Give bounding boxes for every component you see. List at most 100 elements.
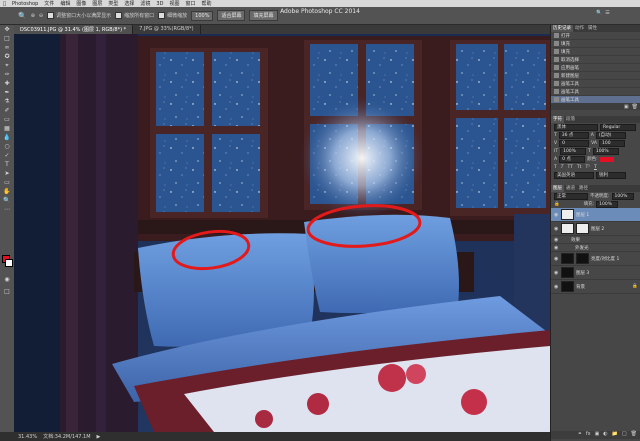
document-canvas[interactable] [14, 34, 550, 432]
apple-icon[interactable]:  [0, 1, 9, 7]
menu-window[interactable]: 窗口 [182, 0, 198, 7]
superscript-button[interactable]: T¹ [585, 165, 590, 170]
dodge-tool-icon[interactable]: ○ [2, 143, 12, 151]
visibility-eye-icon[interactable]: ◉ [554, 284, 559, 290]
resize-windows-checkbox[interactable]: 调整窗口大小以满屏显示 [47, 12, 111, 19]
gradient-tool-icon[interactable]: ▦ [2, 125, 12, 133]
tab-channels[interactable]: 通道 [564, 185, 577, 192]
menu-help[interactable]: 帮助 [198, 0, 214, 7]
status-arrow-icon[interactable]: ▶ [97, 434, 101, 440]
lock-icon[interactable]: 🔒 [554, 202, 560, 207]
path-select-icon[interactable]: ➤ [2, 170, 12, 178]
hand-tool-icon[interactable]: ✋ [2, 188, 12, 196]
tracking-field[interactable]: 0 [559, 139, 590, 147]
menu-select[interactable]: 选择 [121, 0, 137, 7]
search-icon[interactable]: 🔍 [596, 10, 602, 18]
kerning-field[interactable]: 100 [598, 139, 625, 147]
visibility-eye-icon[interactable]: ◉ [554, 270, 559, 276]
history-item[interactable]: 画笔工具 [551, 88, 640, 96]
quick-select-tool-icon[interactable]: ✪ [2, 53, 12, 61]
layer-row[interactable]: ◉ 背景 🔒 [551, 280, 640, 294]
menu-image[interactable]: 图像 [73, 0, 89, 7]
brush-tool-icon[interactable]: ✒ [2, 89, 12, 97]
menu-3d[interactable]: 3D [153, 1, 166, 7]
fx-icon[interactable]: fx [586, 431, 591, 439]
visibility-eye-icon[interactable]: ◉ [554, 245, 559, 251]
opacity-field[interactable]: 100% [611, 192, 634, 200]
background-color-swatch[interactable] [5, 259, 13, 267]
tab-properties[interactable]: 属性 [586, 25, 599, 32]
link-layers-icon[interactable]: ⚭ [578, 431, 582, 439]
visibility-eye-icon[interactable]: ◉ [554, 256, 559, 262]
layer-row[interactable]: ◉ 亮度/对比度 1 [551, 252, 640, 266]
menu-photoshop[interactable]: Photoshop [9, 1, 41, 7]
history-item[interactable]: 填充 [551, 40, 640, 48]
scrubby-zoom-checkbox[interactable]: 细微缩放 [158, 12, 187, 19]
visibility-eye-icon[interactable]: ◉ [554, 212, 559, 218]
zoom-in-icon[interactable]: ⊕ [31, 13, 35, 19]
history-item[interactable]: 取消选择 [551, 56, 640, 64]
blend-mode-select[interactable]: 正常 [554, 192, 588, 200]
history-item[interactable]: 画笔工具 [551, 80, 640, 88]
text-color-swatch[interactable] [599, 156, 614, 162]
healing-brush-icon[interactable]: ✚ [2, 80, 12, 88]
adjustment-layer-icon[interactable]: ◐ [603, 431, 607, 439]
add-mask-icon[interactable]: ▣ [595, 431, 600, 439]
horizontal-scale-field[interactable]: 100% [592, 147, 619, 155]
type-tool-icon[interactable]: T [2, 161, 12, 169]
history-item[interactable]: 填充 [551, 48, 640, 56]
zoom-tool-icon[interactable]: 🔍 [18, 12, 27, 20]
screen-mode-icon[interactable]: □ [2, 288, 12, 296]
antialias-select[interactable]: 锐利 [596, 171, 626, 179]
layer-row[interactable]: ◉ 图层 3 [551, 266, 640, 280]
font-size-field[interactable]: 36 点 [558, 131, 589, 139]
doc-tab-dsc03911[interactable]: DSC03911.JPG @ 31.4% (图层 1, RGB/8*) * [14, 25, 134, 34]
clone-stamp-icon[interactable]: ⚗ [2, 98, 12, 106]
eyedropper-tool-icon[interactable]: ✑ [2, 71, 12, 79]
delete-layer-icon[interactable]: 🗑 [631, 431, 637, 439]
new-group-icon[interactable]: 📁 [612, 431, 618, 439]
zoom-tool-side-icon[interactable]: 🔍 [2, 197, 12, 205]
faux-bold-button[interactable]: T [554, 165, 557, 170]
history-item-selected[interactable]: 画笔工具 [551, 96, 640, 104]
tab-character[interactable]: 字符 [551, 116, 564, 123]
tab-paths[interactable]: 路径 [577, 185, 590, 192]
layer-effect-row[interactable]: ◉ 外发光 [551, 244, 640, 252]
small-caps-button[interactable]: Tt [577, 165, 582, 170]
tab-actions[interactable]: 动作 [573, 25, 586, 32]
move-tool-icon[interactable]: ✥ [2, 26, 12, 34]
leading-field[interactable]: (自动) [595, 131, 626, 139]
blur-tool-icon[interactable]: 💧 [2, 134, 12, 142]
menu-file[interactable]: 文件 [41, 0, 57, 7]
layer-row[interactable]: ◉ 图层 2 [551, 222, 640, 236]
visibility-eye-icon[interactable]: ◉ [554, 237, 559, 243]
more-tools-icon[interactable]: ⋯ [2, 206, 12, 214]
all-caps-button[interactable]: TT [568, 165, 573, 170]
visibility-eye-icon[interactable]: ◉ [554, 226, 559, 232]
doc-tab-7jpg[interactable]: 7.JPG @ 33%(RGB/8*) [133, 25, 201, 34]
crop-tool-icon[interactable]: ⌖ [2, 62, 12, 70]
history-item[interactable]: 应用画笔 [551, 64, 640, 72]
new-snapshot-icon[interactable]: ▣ [624, 104, 629, 110]
tab-paragraph[interactable]: 段落 [564, 116, 577, 123]
pen-tool-icon[interactable]: ✓ [2, 152, 12, 160]
eraser-tool-icon[interactable]: ▭ [2, 116, 12, 124]
baseline-field[interactable]: 0 点 [559, 155, 586, 163]
zoom-level[interactable]: 31.43% [18, 434, 37, 440]
history-brush-icon[interactable]: ✐ [2, 107, 12, 115]
zoom-out-icon[interactable]: ⊖ [39, 13, 43, 19]
history-item[interactable]: 打开 [551, 32, 640, 40]
menu-filter[interactable]: 滤镜 [137, 0, 153, 7]
lasso-tool-icon[interactable]: ∞ [2, 44, 12, 52]
new-layer-icon[interactable]: □ [622, 431, 627, 439]
quick-mask-icon[interactable]: ◉ [2, 276, 12, 284]
fill-field[interactable]: 100% [596, 200, 619, 208]
zoom-all-checkbox[interactable]: 缩放所有窗口 [115, 12, 154, 19]
history-item[interactable]: 新建图层 [551, 72, 640, 80]
font-family-select[interactable]: 黑体 [554, 123, 598, 131]
workspace-menu-icon[interactable]: ☰ [605, 10, 609, 18]
vertical-scale-field[interactable]: 100% [560, 147, 587, 155]
menu-layer[interactable]: 图层 [89, 0, 105, 7]
underline-button[interactable]: T [594, 165, 597, 170]
menu-view[interactable]: 视图 [166, 0, 182, 7]
